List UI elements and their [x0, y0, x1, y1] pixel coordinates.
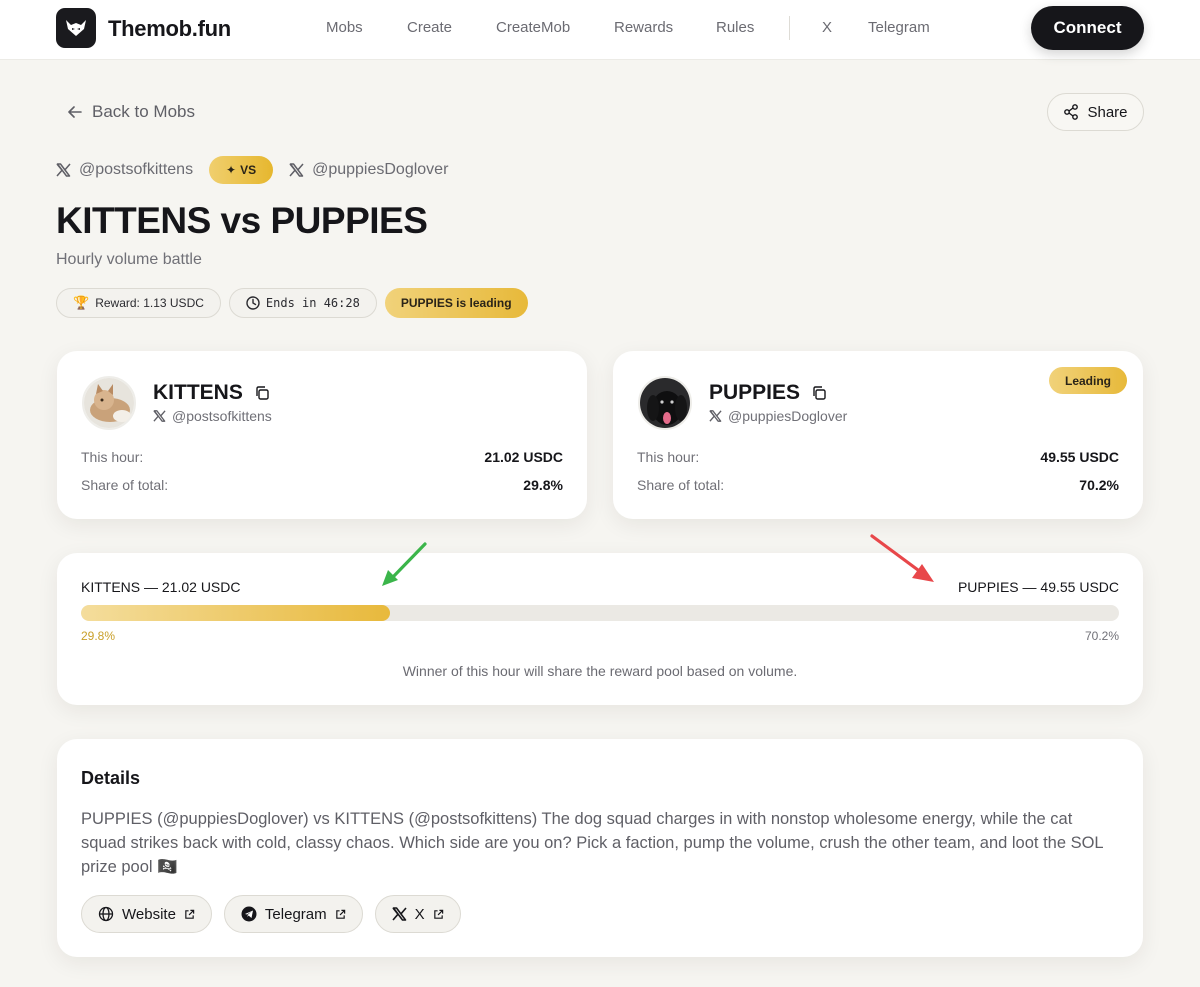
nav-item-x[interactable]: X	[822, 19, 832, 36]
timer-text: Ends in 46:28	[265, 296, 360, 310]
handle-right[interactable]: @puppiesDoglover	[289, 161, 448, 179]
arrow-left-icon	[68, 106, 82, 118]
external-link-icon	[185, 909, 195, 919]
stat-row-share: Share of total: 29.8%	[81, 477, 563, 493]
progress-track	[81, 605, 1119, 621]
share-label: Share	[1087, 103, 1128, 121]
status-pills: 🏆 Reward: 1.13 USDC Ends in 46:28 PUPPIE…	[56, 288, 528, 318]
details-description: PUPPIES (@puppiesDoglover) vs KITTENS (@…	[81, 810, 1103, 876]
trophy-icon: 🏆	[73, 295, 90, 310]
telegram-icon	[241, 906, 257, 922]
x-logo-icon	[392, 907, 407, 921]
page-title: KITTENS vs PUPPIES	[56, 200, 428, 241]
x-logo-icon	[153, 410, 166, 422]
battle-progress-card: KITTENS — 21.02 USDC PUPPIES — 49.55 USD…	[57, 553, 1143, 705]
stat-value: 49.55 USDC	[1040, 449, 1119, 465]
pct-right: 70.2%	[1084, 629, 1119, 643]
globe-icon	[98, 906, 114, 922]
team-handle-text: @postsofkittens	[172, 408, 272, 424]
wolf-logo-icon	[66, 20, 86, 36]
copy-icon[interactable]	[812, 386, 826, 400]
reward-pill: 🏆 Reward: 1.13 USDC	[56, 288, 221, 318]
stat-value: 70.2%	[1079, 477, 1119, 493]
x-logo-icon	[289, 163, 304, 177]
reward-text: Reward: 1.13 USDC	[95, 296, 204, 310]
reward-note: Winner of this hour will share the rewar…	[402, 663, 798, 679]
nav-item-createmob[interactable]: CreateMob	[496, 19, 570, 36]
vs-label: VS	[240, 163, 257, 177]
battle-handles: @postsofkittens ✦ VS @puppiesDoglover	[56, 156, 448, 184]
timer-pill: Ends in 46:28	[228, 288, 377, 318]
sparkle-icon: ✦	[226, 163, 237, 177]
kitten-avatar-image	[84, 378, 134, 428]
stat-value: 21.02 USDC	[484, 449, 563, 465]
share-button[interactable]: Share	[1047, 93, 1144, 131]
nav-item-mobs[interactable]: Mobs	[326, 19, 363, 36]
puppy-avatar-image	[640, 378, 690, 428]
vs-badge: ✦ VS	[209, 156, 274, 184]
nav-divider	[789, 16, 790, 40]
team-card-kittens: KITTENS @postsofkittens This hour: 21.02…	[57, 351, 587, 519]
telegram-label: Telegram	[264, 905, 327, 923]
handle-left[interactable]: @postsofkittens	[56, 161, 193, 179]
stat-label: This hour:	[637, 449, 700, 465]
team-card-puppies: Leading PUPPIES @puppiesDoglover This ho…	[613, 351, 1143, 519]
stat-value: 29.8%	[523, 477, 563, 493]
stat-row-share: Share of total: 70.2%	[637, 477, 1119, 493]
team-name-text: PUPPIES	[709, 381, 801, 404]
team-handle[interactable]: @puppiesDoglover	[709, 408, 847, 424]
bar-label-left: KITTENS — 21.02 USDC	[81, 579, 241, 595]
progress-fill-kittens	[81, 605, 391, 621]
website-link-button[interactable]: Website	[81, 895, 212, 933]
team-handle-text: @puppiesDoglover	[728, 408, 848, 424]
stat-label: Share of total:	[637, 477, 725, 493]
back-to-mobs-link[interactable]: Back to Mobs	[68, 101, 195, 123]
avatar	[82, 376, 136, 430]
top-navbar: Themob.fun Mobs Create CreateMob Rewards…	[0, 0, 1200, 60]
external-links: Website Telegram X	[81, 895, 461, 933]
copy-icon[interactable]	[255, 386, 269, 400]
nav-item-create[interactable]: Create	[407, 19, 452, 36]
leading-status-pill: PUPPIES is leading	[384, 288, 528, 318]
stat-label: This hour:	[81, 449, 144, 465]
external-link-icon	[433, 909, 443, 919]
details-title: Details	[81, 768, 141, 788]
x-logo-icon	[56, 163, 71, 177]
x-link-button[interactable]: X	[374, 895, 461, 933]
page-subtitle: Hourly volume battle	[56, 251, 202, 268]
team-handle[interactable]: @postsofkittens	[153, 408, 272, 424]
share-icon	[1064, 104, 1079, 120]
team-name: KITTENS	[153, 381, 269, 405]
nav-item-rewards[interactable]: Rewards	[614, 19, 673, 36]
logo[interactable]	[56, 8, 96, 48]
x-label: X	[414, 905, 425, 923]
pct-left: 29.8%	[81, 629, 116, 643]
connect-button[interactable]: Connect	[1031, 6, 1144, 50]
nav-item-rules[interactable]: Rules	[716, 19, 754, 36]
avatar	[638, 376, 692, 430]
red-annotation-arrow-icon	[870, 534, 934, 582]
handle-right-text: @puppiesDoglover	[312, 161, 449, 178]
external-link-icon	[335, 909, 345, 919]
handle-left-text: @postsofkittens	[79, 161, 194, 178]
stat-row-hour: This hour: 21.02 USDC	[81, 449, 563, 465]
leading-badge: Leading	[1049, 367, 1127, 394]
bar-label-right: PUPPIES — 49.55 USDC	[957, 579, 1119, 595]
website-label: Website	[122, 905, 176, 923]
stat-label: Share of total:	[81, 477, 169, 493]
nav-item-telegram[interactable]: Telegram	[868, 19, 930, 36]
x-logo-icon	[709, 410, 722, 422]
stat-row-hour: This hour: 49.55 USDC	[637, 449, 1119, 465]
back-label: Back to Mobs	[92, 102, 195, 121]
telegram-link-button[interactable]: Telegram	[223, 895, 363, 933]
green-annotation-arrow-icon	[382, 542, 427, 586]
team-name: PUPPIES	[709, 381, 826, 405]
brand-name[interactable]: Themob.fun	[108, 16, 231, 42]
team-name-text: KITTENS	[153, 381, 243, 404]
clock-icon	[246, 296, 260, 310]
details-card: Details PUPPIES (@puppiesDoglover) vs KI…	[57, 739, 1143, 957]
